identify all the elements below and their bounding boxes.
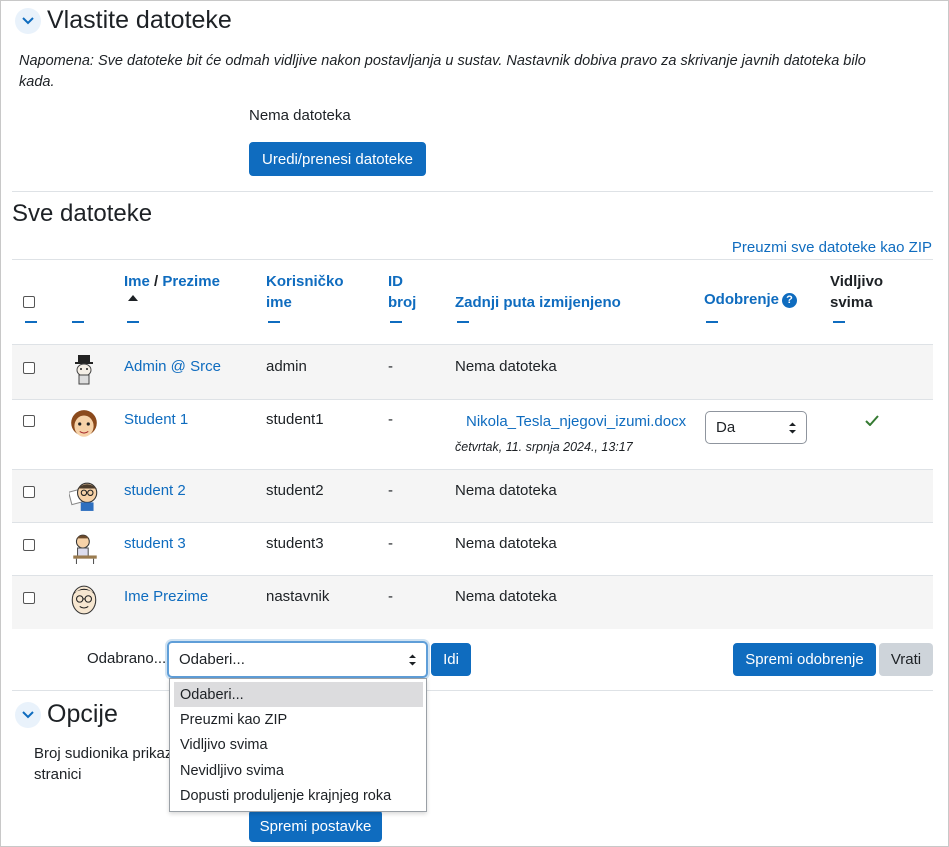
select-all-checkbox[interactable] [23,296,35,308]
collapse-column-icon[interactable] [72,321,84,323]
id-number: - [388,358,393,375]
collapse-column-icon[interactable] [457,321,469,323]
row-checkbox[interactable] [23,415,35,427]
header-visible-to-all: Vidljivo svima [830,273,884,311]
student-avatar [73,534,97,564]
user-name-link[interactable]: Student 1 [124,411,188,428]
student-avatar [69,482,98,511]
username: student2 [266,482,324,499]
edit-upload-files-button[interactable]: Uredi/prenesi datoteke [249,142,426,176]
no-files-text: Nema datoteka [455,588,557,605]
id-number: - [388,411,393,428]
no-files-text: Nema datoteka [455,482,557,499]
download-all-zip-link[interactable]: Preuzmi sve datoteke kao ZIP [732,239,932,256]
collapse-own-files-button[interactable] [15,8,41,34]
submitted-file-link[interactable]: Nikola_Tesla_njegovi_izumi.docx [466,413,686,430]
save-approval-button[interactable]: Spremi odobrenje [733,643,876,676]
student-avatar [71,410,97,437]
upload-note: Napomena: Sve datoteke bit će odmah vidl… [19,53,866,90]
dropdown-option[interactable]: Vidljivo svima [174,732,423,757]
page-frame: Vlastite datoteke Napomena: Sve datoteke… [0,0,949,847]
go-button[interactable]: Idi [431,643,471,676]
teacher-avatar [71,585,97,615]
username: nastavnik [266,588,330,605]
sort-ascending-icon [128,295,138,301]
dropdown-option[interactable]: Dopusti produljenje krajnjeg roka [174,783,423,808]
user-name-link[interactable]: Ime Prezime [124,588,208,605]
participants-per-page-label-cont: stranici [34,766,82,783]
divider [12,191,933,192]
header-last-modified[interactable]: Zadnji puta izmijenjeno [455,292,621,313]
approval-select-value: Da [716,419,736,436]
own-files-title: Vlastite datoteke [47,6,232,34]
select-arrows-icon [409,654,416,665]
row-checkbox[interactable] [23,592,35,604]
user-name-link[interactable]: student 3 [124,535,186,552]
row-checkbox[interactable] [23,362,35,374]
username: student1 [266,411,324,428]
id-number: - [388,482,393,499]
chevron-down-icon [22,711,34,719]
approval-select[interactable]: Da [705,411,807,444]
bulk-action-select-value: Odaberi... [179,651,245,668]
revert-button[interactable]: Vrati [879,643,933,676]
collapse-column-icon[interactable] [706,321,718,323]
no-files-text: Nema datoteka [455,535,557,552]
select-arrows-icon [789,422,796,433]
collapse-column-icon[interactable] [390,321,402,323]
user-name-link[interactable]: Admin @ Srce [124,358,221,375]
bulk-action-dropdown: Odaberi... Preuzmi kao ZIP Vidljivo svim… [169,678,427,812]
header-separator: / [149,273,163,290]
options-title: Opcije [47,700,118,728]
divider [12,690,933,691]
bulk-selected-label: Odabrano... [87,650,167,667]
admin-avatar [75,355,93,385]
username: student3 [266,535,324,552]
header-approval-label: Odobrenje [704,291,780,308]
participants-per-page-label: Broj sudionika prikaz [34,745,173,762]
check-icon [865,415,879,426]
dropdown-option[interactable]: Odaberi... [174,682,423,707]
username: admin [266,358,307,375]
row-checkbox[interactable] [23,539,35,551]
user-name-link[interactable]: student 2 [124,482,186,499]
header-id-number[interactable]: ID broj [388,271,428,313]
collapse-column-icon[interactable] [25,321,37,323]
save-settings-button[interactable]: Spremi postavke [249,810,382,842]
collapse-options-button[interactable] [15,702,41,728]
sort-first-name-link[interactable]: Ime [124,273,150,290]
all-files-title: Sve datoteke [12,200,153,227]
header-approval: Odobrenje? [704,289,798,310]
modified-date: četvrtak, 11. srpnja 2024., 13:17 [455,440,633,454]
own-files-empty: Nema datoteka [249,107,351,124]
collapse-column-icon[interactable] [268,321,280,323]
chevron-down-icon [22,17,34,25]
bulk-action-select[interactable]: Odaberi... [167,641,428,678]
collapse-column-icon[interactable] [833,321,845,323]
sort-last-name-link[interactable]: Prezime [162,273,220,290]
collapse-column-icon[interactable] [127,321,139,323]
help-icon[interactable]: ? [782,293,798,308]
header-username[interactable]: Korisničko ime [266,271,351,313]
id-number: - [388,535,393,552]
header-name: Ime / Prezime [124,271,220,292]
no-files-text: Nema datoteka [455,358,557,375]
row-checkbox[interactable] [23,486,35,498]
id-number: - [388,588,393,605]
dropdown-option[interactable]: Nevidljivo svima [174,758,423,783]
dropdown-option[interactable]: Preuzmi kao ZIP [174,707,423,732]
table-top-border [12,259,933,260]
